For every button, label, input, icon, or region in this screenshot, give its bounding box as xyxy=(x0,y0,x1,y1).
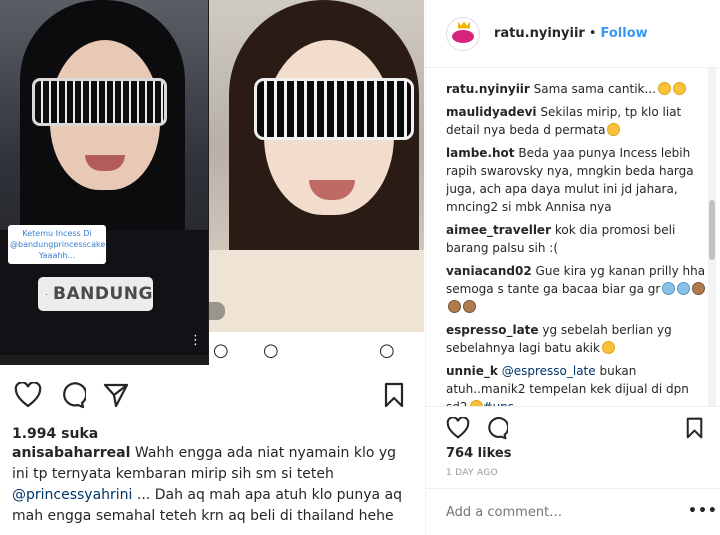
comment-button[interactable] xyxy=(482,414,510,442)
save-button[interactable] xyxy=(378,379,410,411)
add-comment-input[interactable] xyxy=(446,505,676,520)
scrollbar-thumb[interactable] xyxy=(709,200,715,260)
story-tag-sticker: Ketemu Incess Di @bandungprincesscake Ya… xyxy=(8,225,106,264)
profile-icon: ○ xyxy=(379,340,395,361)
like-button[interactable] xyxy=(444,414,472,442)
location-sticker: BANDUNG xyxy=(38,277,153,311)
emoji-icon xyxy=(657,82,671,95)
comment-icon xyxy=(488,417,508,440)
home-icon: ○ xyxy=(213,340,229,361)
comment-item: aimee_traveller kok dia promosi beli bar… xyxy=(446,221,708,257)
divider xyxy=(426,488,720,489)
like-button[interactable] xyxy=(12,379,44,411)
emoji-icon xyxy=(677,282,691,295)
likes-count[interactable]: 1.994 suka xyxy=(12,426,98,442)
likes-count[interactable]: 764 likes xyxy=(446,446,511,461)
lips-icon xyxy=(452,29,474,43)
more-dots-icon[interactable]: ⋮ xyxy=(189,333,202,348)
photo-right-panel xyxy=(209,0,424,332)
sound-icon[interactable] xyxy=(209,302,225,320)
comment-item: espresso_late yg sebelah berlian yg sebe… xyxy=(446,321,708,357)
bottom-strip: ○ ○ ○ xyxy=(209,332,424,365)
search-icon: ○ xyxy=(263,340,279,361)
post-header: ratu.nyinyiir • Follow xyxy=(426,0,720,68)
share-button[interactable] xyxy=(100,379,132,411)
heart-icon xyxy=(446,417,470,439)
crown-icon xyxy=(458,21,470,29)
emoji-icon xyxy=(607,123,621,136)
comment-item: lambe.hot Beda yaa punya Incess lebih ra… xyxy=(446,144,708,216)
comment-icon xyxy=(63,382,86,409)
comment-item: unnie_k @espresso_late bukan atuh..manik… xyxy=(446,362,708,406)
comment-text: Sama sama cantik... xyxy=(533,82,656,96)
follow-button[interactable]: Follow xyxy=(601,26,648,41)
location-label: BANDUNG xyxy=(53,284,153,304)
comment-username[interactable]: aimee_traveller xyxy=(446,223,551,237)
post-photo[interactable]: Ketemu Incess Di @bandungprincesscake Ya… xyxy=(0,0,424,365)
caption-mention[interactable]: @princessyahrini xyxy=(12,487,132,503)
comment-username[interactable]: unnie_k xyxy=(446,364,498,378)
comment-item: maulidyadevi Sekilas mirip, tp klo liat … xyxy=(446,103,708,139)
post-timestamp[interactable]: 1 DAY AGO xyxy=(446,468,498,478)
divider xyxy=(426,406,720,407)
comment-button[interactable] xyxy=(56,379,88,411)
comment-username[interactable]: maulidyadevi xyxy=(446,105,537,119)
save-button[interactable] xyxy=(680,414,708,442)
sunglasses-shape xyxy=(254,78,414,140)
comment-list: ratu.nyinyiir Sama sama cantik... maulidy… xyxy=(446,80,708,406)
location-pin-icon xyxy=(46,293,48,295)
emoji-icon xyxy=(463,300,476,313)
emoji-icon xyxy=(601,341,615,354)
comment-username[interactable]: lambe.hot xyxy=(446,146,515,160)
bookmark-icon xyxy=(686,417,702,439)
emoji-icon xyxy=(692,282,706,295)
avatar[interactable] xyxy=(446,16,480,51)
share-icon xyxy=(103,383,129,408)
sunglasses-shape xyxy=(32,78,167,126)
header-separator: • xyxy=(588,26,597,41)
photo-left-panel: Ketemu Incess Di @bandungprincesscake Ya… xyxy=(0,0,208,355)
emoji-icon xyxy=(448,300,461,313)
comment-username[interactable]: vaniacand02 xyxy=(446,264,532,278)
emoji-icon xyxy=(662,282,676,295)
emoji-icon xyxy=(672,82,686,95)
comment-username[interactable]: ratu.nyinyiir xyxy=(446,82,530,96)
comment-username[interactable]: espresso_late xyxy=(446,323,539,337)
embedded-post: Ketemu Incess Di @bandungprincesscake Ya… xyxy=(0,0,424,535)
post-actions xyxy=(12,379,132,411)
comment-item: vaniacand02 Gue kira yg kanan prilly hha… xyxy=(446,262,708,316)
header-username[interactable]: ratu.nyinyiir xyxy=(494,26,585,41)
caption-username[interactable]: anisabaharreal xyxy=(12,445,130,461)
bookmark-icon xyxy=(384,382,404,408)
post-caption: anisabaharreal Wahh engga ada niat nyama… xyxy=(12,443,412,527)
post-actions-right xyxy=(444,414,510,442)
heart-icon xyxy=(14,382,42,408)
more-options-button[interactable]: ••• xyxy=(688,503,718,519)
comments-pane: ratu.nyinyiir • Follow ratu.nyinyiir Sam… xyxy=(425,0,720,535)
comment-mention[interactable]: @espresso_late xyxy=(502,364,596,378)
body-shape xyxy=(209,250,424,332)
comment-item: ratu.nyinyiir Sama sama cantik... xyxy=(446,80,708,98)
